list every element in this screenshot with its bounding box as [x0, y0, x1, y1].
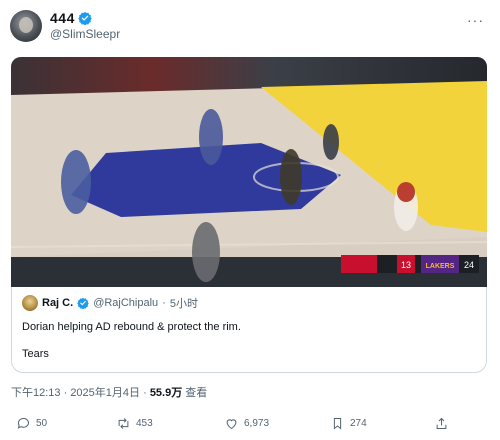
- post-date[interactable]: 2025年1月4日: [70, 387, 140, 399]
- avatar-face: [19, 17, 33, 33]
- verified-badge-icon: [78, 11, 92, 25]
- reply-button[interactable]: 50: [16, 416, 47, 431]
- author-display-name[interactable]: 444: [50, 10, 75, 26]
- reply-count: 50: [36, 418, 48, 429]
- meta-separator-1: ·: [60, 387, 71, 399]
- bookmark-button[interactable]: 274: [330, 416, 367, 431]
- repost-icon: [118, 418, 129, 429]
- action-bar: 50 453 6,973 274: [0, 414, 500, 440]
- quoted-separator: ·: [162, 297, 166, 309]
- meta-separator-2: ·: [140, 387, 150, 399]
- author-handle[interactable]: @SlimSleepr: [50, 27, 120, 41]
- share-button[interactable]: [434, 416, 449, 431]
- bookmark-icon: [333, 418, 342, 430]
- share-icon: [436, 417, 447, 429]
- quoted-post-header: Raj C. @RajChipalu · 5小时: [22, 295, 476, 311]
- reply-icon: [17, 418, 29, 429]
- bookmark-count: 274: [350, 418, 367, 429]
- quoted-verified-badge-icon: [77, 297, 89, 309]
- basketball-court-frame: 13 LAKERS 24: [11, 57, 487, 287]
- post-metadata: 下午12:13 · 2025年1月4日 · 55.9万 查看: [11, 384, 207, 400]
- quoted-author-avatar[interactable]: [22, 295, 38, 311]
- author-avatar[interactable]: [10, 10, 42, 42]
- quoted-post-time[interactable]: 5小时: [170, 295, 198, 311]
- away-team-label: LAKERS: [426, 263, 455, 270]
- away-score: 24: [464, 260, 474, 270]
- post-header: 444 @SlimSleepr ···: [10, 8, 490, 42]
- view-count: 55.9万: [149, 387, 183, 399]
- like-count: 6,973: [244, 418, 270, 429]
- home-score: 13: [401, 260, 411, 270]
- quoted-post-text-line1: Dorian helping AD rebound & protect the …: [22, 321, 241, 333]
- quoted-post[interactable]: Raj C. @RajChipalu · 5小时 Dorian helping …: [11, 287, 487, 373]
- quoted-author-handle[interactable]: @RajChipalu: [93, 297, 158, 309]
- author-name-row: 444: [50, 10, 92, 26]
- quoted-post-text-line2: Tears: [22, 348, 49, 360]
- more-options-icon[interactable]: ···: [467, 12, 484, 28]
- video-media[interactable]: 13 LAKERS 24: [11, 57, 487, 287]
- post-time[interactable]: 下午12:13: [11, 387, 61, 399]
- scoreboard: 13 LAKERS 24: [341, 255, 479, 273]
- repost-button[interactable]: 453: [116, 416, 153, 431]
- views-label: 查看: [182, 387, 208, 399]
- quoted-author-name[interactable]: Raj C.: [42, 297, 73, 309]
- like-button[interactable]: 6,973: [224, 416, 269, 431]
- repost-count: 453: [136, 418, 153, 429]
- heart-icon: [226, 419, 237, 430]
